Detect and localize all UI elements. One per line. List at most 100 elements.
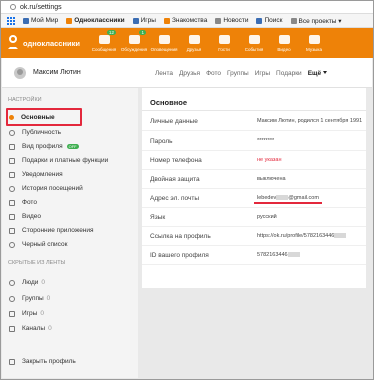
bookmark-dating[interactable]: Знакомства [163, 17, 207, 24]
dating-icon [163, 17, 170, 24]
profile-header: Максим Лютин Лента Друзья Фото Группы Иг… [2, 58, 372, 88]
settings-row-profile-link[interactable]: Ссылка на профиль https://ok.ru/profile/… [142, 227, 366, 246]
ok-logo-icon [7, 35, 19, 51]
settings-row-email[interactable]: Адрес эл. почты lebedev @gmail.com [142, 189, 366, 208]
photo-icon [9, 199, 15, 206]
news-icon [215, 17, 222, 24]
email-underline [254, 202, 322, 204]
address-bar[interactable]: ok.ru/settings [1, 1, 373, 14]
page-title: Основное [150, 98, 188, 107]
public-icon [9, 129, 15, 136]
bookmark-news[interactable]: Новости [215, 17, 248, 24]
music-icon [308, 34, 320, 44]
status-badge: OFF [66, 144, 79, 149]
sidebar-item-video[interactable]: Видео [2, 211, 138, 222]
settings-sidebar: НАСТРОЙКИ Основные Публичность Вид профи… [2, 88, 138, 378]
tab-gifts[interactable]: Подарки [276, 70, 302, 77]
info-icon[interactable] [10, 4, 16, 10]
tab-friends[interactable]: Друзья [179, 70, 200, 77]
settings-row-personal[interactable]: Личные данные Максим Лютин, родился 1 се… [142, 112, 366, 131]
settings-row-language[interactable]: Язык русский [142, 208, 366, 227]
messages-badge: 12 [106, 30, 116, 35]
title-divider [142, 110, 366, 111]
close-profile-link[interactable]: Закрыть профиль [2, 356, 138, 367]
highlight-frame [6, 108, 82, 126]
messages-icon [98, 34, 110, 44]
url-text: ok.ru/settings [20, 3, 62, 11]
sidebar-item-profile-view[interactable]: Вид профиля OFF [2, 141, 138, 152]
bookmark-search[interactable]: Поиск [256, 17, 283, 24]
chevron-down-icon [323, 70, 328, 74]
sidebar-item-photo[interactable]: Фото [2, 197, 138, 208]
events-button[interactable]: События [239, 28, 269, 58]
tab-games[interactable]: Игры [255, 70, 270, 77]
video-icon [278, 34, 290, 44]
bookmark-odnoklassniki[interactable]: Одноклассники [66, 17, 125, 24]
discussions-button[interactable]: 1 Обсуждения [119, 28, 149, 58]
video-button[interactable]: Видео [269, 28, 299, 58]
sidebar-item-hidden-groups[interactable]: Группы 0 [2, 293, 138, 304]
search-icon [256, 17, 263, 24]
lock-icon [9, 358, 15, 365]
history-icon [9, 185, 15, 192]
redacted-area [334, 233, 347, 238]
ok-toolbar: одноклассники 12 Сообщения 1 Обсуждения … [1, 28, 373, 58]
friends-button[interactable]: Друзья [179, 28, 209, 58]
ok-logo[interactable]: одноклассники [1, 35, 89, 51]
tab-feed[interactable]: Лента [155, 70, 173, 77]
bookmark-games[interactable]: Игры [132, 17, 156, 24]
tab-more[interactable]: Ещё [308, 70, 328, 77]
bookmark-my-world[interactable]: Мой Мир [23, 17, 58, 24]
section-hidden-label: СКРЫТЫЕ ИЗ ЛЕНТЫ [8, 260, 66, 266]
music-button[interactable]: Музыка [299, 28, 329, 58]
messages-button[interactable]: 12 Сообщения [89, 28, 119, 58]
apps-icon [9, 227, 15, 234]
discussions-icon [128, 34, 140, 44]
settings-main-panel: Основное Личные данные Максим Лютин, род… [142, 88, 366, 288]
sidebar-item-apps[interactable]: Сторонние приложения [2, 225, 138, 236]
events-icon [248, 34, 260, 44]
sidebar-item-history[interactable]: История посещений [2, 183, 138, 194]
sidebar-item-hidden-channels[interactable]: Каналы 0 [2, 323, 138, 334]
notifications-button[interactable]: Оповещения [149, 28, 179, 58]
redacted-area [287, 252, 300, 257]
guests-button[interactable]: Гости [209, 28, 239, 58]
mail-icon [23, 17, 29, 24]
profile-view-icon [9, 143, 15, 150]
notifications-icon [158, 34, 170, 44]
projects-icon [290, 17, 297, 24]
blacklist-icon [9, 241, 15, 248]
settings-row-2fa[interactable]: Двойная защита выключена [142, 170, 366, 189]
tab-groups[interactable]: Группы [227, 70, 249, 77]
profile-name[interactable]: Максим Лютин [33, 69, 81, 76]
sidebar-item-gifts[interactable]: Подарки и платные функции [2, 155, 138, 166]
sidebar-item-blacklist[interactable]: Черный список [2, 239, 138, 250]
channels-icon [9, 325, 15, 332]
settings-row-phone[interactable]: Номер телефона не указан [142, 151, 366, 170]
bookmarks-bar: Мой Мир Одноклассники Игры Знакомства Но… [1, 14, 373, 28]
guests-icon [218, 34, 230, 44]
games-icon [9, 310, 15, 317]
video-icon [9, 213, 15, 220]
sidebar-item-publicity[interactable]: Публичность [2, 127, 138, 138]
profile-tabs: Лента Друзья Фото Группы Игры Подарки Ещ… [155, 58, 328, 88]
tab-photos[interactable]: Фото [206, 70, 221, 77]
ok-icon [66, 17, 73, 24]
sidebar-item-notifications[interactable]: Уведомления [2, 169, 138, 180]
games-icon [132, 17, 139, 24]
settings-row-profile-id[interactable]: ID вашего профиля 5782163446 [142, 246, 366, 265]
bell-icon [9, 171, 15, 178]
bookmark-all-projects[interactable]: Все проекты ▾ [290, 17, 342, 25]
discussions-badge: 1 [139, 30, 146, 35]
groups-icon [9, 295, 15, 302]
settings-row-password[interactable]: Пароль ******** [142, 132, 366, 151]
sidebar-item-hidden-games[interactable]: Игры 0 [2, 308, 138, 319]
avatar[interactable] [14, 66, 26, 79]
sidebar-item-hidden-people[interactable]: Люди 0 [2, 277, 138, 288]
section-settings-label: НАСТРОЙКИ [8, 97, 42, 103]
apps-grid-icon[interactable] [7, 16, 15, 25]
toolbar-nav: 12 Сообщения 1 Обсуждения Оповещения Дру… [89, 28, 329, 58]
people-icon [9, 279, 15, 286]
gift-icon [9, 157, 15, 164]
redacted-area [276, 195, 289, 200]
